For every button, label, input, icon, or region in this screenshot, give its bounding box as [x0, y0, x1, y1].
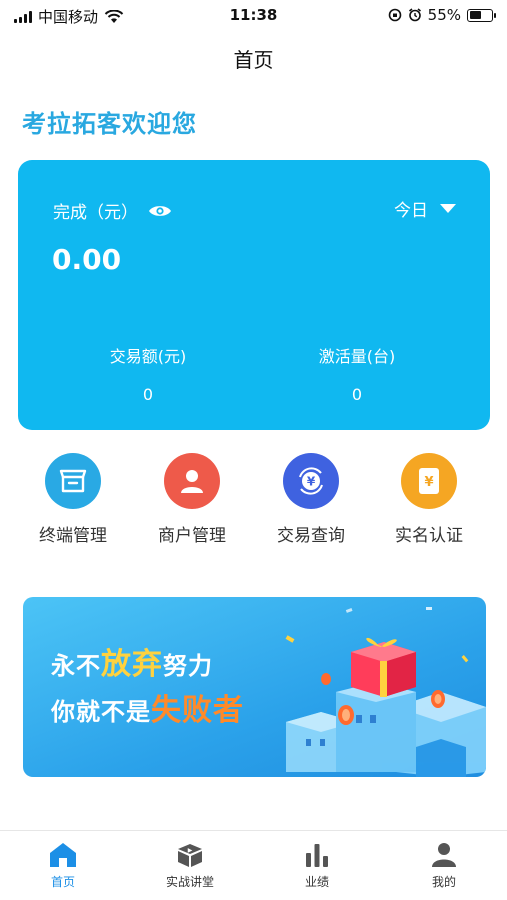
metric-label: 交易额(元): [109, 347, 187, 366]
slogan-text: 你就不是: [51, 698, 151, 726]
slogan-text: 永不: [51, 652, 101, 680]
home-icon: [50, 843, 76, 867]
banner-line-2: 你就不是失败者: [51, 685, 244, 729]
battery-percent: 55%: [427, 6, 461, 24]
metric-label: 激活量(台): [318, 347, 396, 366]
gift-box-illustration: [285, 607, 486, 777]
action-real-name-verification[interactable]: ¥ 实名认证: [374, 453, 484, 546]
tab-label: 我的: [431, 875, 456, 889]
period-selector[interactable]: 今日: [394, 196, 456, 221]
svg-text:¥: ¥: [424, 475, 433, 490]
tab-label: 首页: [50, 875, 75, 889]
transaction-yen-icon: ¥: [283, 453, 339, 509]
classroom-icon: ▶: [178, 844, 202, 867]
metric-value: 0: [142, 385, 154, 404]
eye-icon[interactable]: [148, 203, 172, 219]
terminal-box-icon: [45, 453, 101, 509]
bottom-tab-bar: 首页 ▶ 实战讲堂 业绩 我的: [0, 830, 507, 900]
completed-label-row: 完成（元）: [53, 198, 172, 223]
bar-chart-icon: [306, 844, 328, 867]
status-right: 55%: [388, 6, 496, 24]
tab-mine[interactable]: 我的: [384, 841, 504, 890]
battery-icon: [467, 8, 496, 22]
alarm-icon: [408, 8, 421, 22]
svg-text:¥: ¥: [307, 475, 316, 489]
battery-level: [469, 11, 482, 19]
metric-value: 0: [351, 385, 363, 404]
completed-label: 完成（元）: [53, 203, 138, 223]
tab-classroom[interactable]: ▶ 实战讲堂: [130, 841, 250, 890]
action-merchant-management[interactable]: 商户管理: [137, 453, 247, 546]
tab-performance[interactable]: 业绩: [257, 841, 377, 890]
metric-activation-count: 激活量(台) 0: [257, 343, 457, 404]
period-label: 今日: [394, 201, 428, 221]
caret-down-icon: [440, 204, 456, 213]
action-label: 交易查询: [277, 526, 345, 546]
action-label: 实名认证: [395, 526, 463, 546]
banner-line-1: 永不放弃努力: [51, 639, 213, 683]
verify-card-icon: ¥: [401, 453, 457, 509]
stats-card: 完成（元） 今日 0.00 交易额(元) 0 激活量(台) 0: [18, 160, 490, 430]
svg-text:▶: ▶: [188, 847, 193, 854]
page-title: 首页: [233, 48, 274, 72]
tab-home[interactable]: 首页: [3, 841, 123, 890]
tab-label: 业绩: [304, 875, 329, 889]
merchant-user-icon: [164, 453, 220, 509]
metric-transaction-amount: 交易额(元) 0: [48, 343, 248, 404]
welcome-heading: 考拉拓客欢迎您: [22, 110, 197, 138]
promo-banner[interactable]: 永不放弃努力 你就不是失败者: [23, 597, 486, 777]
quick-actions: 终端管理 商户管理 ¥ 交易查询 ¥ 实名认证: [0, 453, 507, 553]
action-label: 终端管理: [39, 526, 107, 546]
profile-icon: [432, 843, 456, 867]
slogan-highlight: 放弃: [101, 647, 163, 682]
orientation-lock-icon: [388, 8, 401, 22]
slogan-highlight: 失败者: [151, 693, 244, 728]
status-bar: 中国移动 11:38 55%: [0, 0, 507, 30]
action-terminal-management[interactable]: 终端管理: [18, 453, 128, 546]
action-transaction-query[interactable]: ¥ 交易查询: [256, 453, 366, 546]
action-label: 商户管理: [158, 526, 226, 546]
completed-value: 0.00: [52, 243, 122, 276]
tab-label: 实战讲堂: [165, 875, 214, 889]
slogan-text: 努力: [163, 652, 213, 680]
